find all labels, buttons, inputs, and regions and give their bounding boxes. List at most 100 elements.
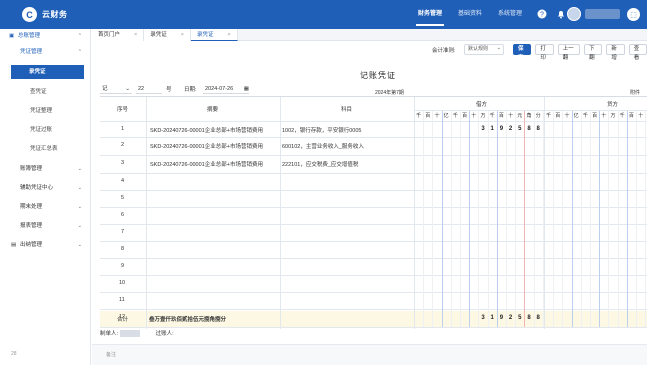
credit-digit-divider	[571, 111, 573, 327]
col-debit: 借方	[476, 102, 488, 108]
sidebar-item-voucher-summary[interactable]: 凭证汇总表	[0, 142, 91, 156]
sidebar-item-cashier[interactable]: ▤ 出纳管理 ⌄	[0, 238, 91, 252]
window-icon[interactable]: ⬚	[627, 8, 640, 21]
col-summary: 摘要	[207, 107, 219, 113]
credit-digit-unit: 百	[628, 113, 634, 119]
sidebar-item-period-end[interactable]: 期末处理 ⌄	[0, 200, 91, 214]
debit-digit-divider	[533, 111, 535, 327]
total-debit-amount-digit: 1	[490, 315, 494, 321]
debit-digit-divider	[423, 111, 425, 327]
voucher-number-input[interactable]: 22	[136, 84, 162, 94]
total-debit-amount-digit: 8	[527, 315, 531, 321]
chevron-down-icon: ⌄	[77, 223, 82, 229]
credit-digit-unit: 十	[601, 113, 607, 119]
sidebar-item-post-voucher[interactable]: 凭证过账	[0, 123, 91, 137]
row-index: 6	[121, 212, 125, 218]
chevron-up-icon: ⌃	[77, 49, 82, 55]
svg-text:?: ?	[540, 11, 544, 18]
nav-basic-data[interactable]: 基础资料	[450, 0, 490, 29]
chevron-up-icon: ⌃	[77, 33, 82, 39]
row1-debit-amount-digit: 8	[527, 126, 531, 132]
row1-debit-amount-digit: 3	[481, 126, 485, 132]
toolbar: 会计准则: 默认规则 保存 打印 上一翻 下翻 新增 查看	[92, 42, 647, 61]
sidebar-item-books[interactable]: 账簿管理 ⌄	[0, 162, 91, 176]
debit-digit-divider	[450, 111, 452, 327]
row-account[interactable]: 1002，银行存款，平安银行0005	[282, 126, 361, 134]
voucher-word-select[interactable]: 记 ⌄	[100, 84, 132, 94]
voucher-title: 记账凭证	[360, 71, 396, 80]
sidebar: ▣ 总账管理 ⌃ 凭证管理 ⌃ 录凭证 查凭证 凭证整理 凭证过账 凭证汇总表 …	[0, 29, 91, 365]
sidebar-item-voucher-mgmt[interactable]: 凭证管理 ⌃	[0, 45, 91, 59]
next-button[interactable]: 下翻	[584, 44, 603, 61]
voucher-period: 2024年第7期	[375, 90, 404, 96]
credit-digit-divider	[599, 111, 601, 327]
row-account[interactable]: 222101，应交税费_应交增值税	[282, 160, 358, 168]
remark-area[interactable]: 备注	[92, 344, 647, 365]
help-icon[interactable]: ?	[536, 8, 547, 19]
row-index: 7	[121, 229, 125, 235]
prev-button[interactable]: 上一翻	[557, 44, 581, 61]
sidebar-item-enter-voucher[interactable]: 录凭证	[11, 65, 84, 79]
tab-home[interactable]: 首页门户 ×	[92, 29, 145, 41]
nav-system[interactable]: 系统管理	[490, 0, 530, 29]
brand[interactable]: C 云财务	[22, 7, 68, 22]
debit-digit-unit: 亿	[443, 113, 449, 119]
standard-select[interactable]: 默认规则	[464, 44, 504, 55]
credit-digit-divider	[626, 111, 628, 327]
sidebar-item-reports[interactable]: 报表管理 ⌄	[0, 219, 91, 233]
tab-enter-voucher-active[interactable]: 录凭证 ×	[190, 29, 238, 41]
debit-digit-divider	[506, 111, 507, 327]
debit-digit-divider	[441, 111, 443, 327]
bell-icon[interactable]	[555, 8, 566, 19]
debit-digit-unit: 百	[498, 113, 504, 119]
credit-digit-divider	[636, 111, 637, 327]
close-icon[interactable]: ×	[181, 29, 184, 41]
top-icons: ?	[536, 8, 566, 19]
date-input[interactable]: 2024-07-26 ▦	[203, 84, 249, 94]
total-debit-amount-digit: 9	[499, 315, 504, 321]
debit-digit-divider	[469, 111, 471, 327]
close-icon[interactable]: ×	[134, 29, 137, 41]
row-summary[interactable]: SKD-20240726-00001企业总部+市场营销费用	[150, 126, 263, 134]
row-summary[interactable]: SKD-20240726-00001企业总部+市场营销费用	[150, 142, 263, 150]
chevron-down-icon: ⌄	[77, 242, 82, 248]
debit-digit-unit: 十	[508, 113, 514, 119]
avatar[interactable]	[567, 7, 581, 21]
row-account[interactable]: 600102，主营业务收入_服务收入	[282, 142, 364, 150]
close-icon[interactable]: ×	[227, 29, 230, 40]
nav-finance[interactable]: 财务管理	[410, 0, 450, 29]
view-button[interactable]: 查看	[628, 44, 647, 61]
row-index: 9	[121, 263, 125, 269]
sidebar-item-query-voucher[interactable]: 查凭证	[0, 85, 91, 99]
credit-digit-unit: 千	[546, 113, 552, 119]
debit-digit-divider	[432, 111, 434, 327]
credit-digit-unit: 万	[610, 113, 616, 119]
sidebar-item-aux-voucher[interactable]: 辅助凭证中心 ⌄	[0, 181, 91, 195]
sidebar-item-organize-voucher[interactable]: 凭证整理	[0, 104, 91, 118]
cashier-icon: ▤	[11, 242, 17, 248]
print-button[interactable]: 打印	[535, 44, 554, 61]
debit-digit-divider	[524, 111, 526, 327]
row1-debit-amount-digit: 1	[490, 126, 494, 132]
top-bar: C 云财务 财务管理 基础资料 系统管理 ? ⬚	[0, 0, 647, 29]
chevron-down-icon: ⌄	[125, 86, 130, 92]
row-index: 10	[119, 280, 126, 286]
credit-digit-unit: 百	[592, 113, 598, 119]
tab-enter-voucher[interactable]: 录凭证 ×	[144, 29, 191, 41]
credit-digit-divider	[608, 111, 610, 327]
row1-debit-amount-digit: 8	[536, 126, 540, 132]
tab-bar: 首页门户 × 录凭证 × 录凭证 ×	[92, 29, 647, 41]
sidebar-item-ledger[interactable]: ▣ 总账管理 ⌃	[0, 29, 91, 43]
row-index: 8	[121, 246, 125, 252]
debit-digit-unit: 千	[416, 113, 422, 119]
save-button[interactable]: 保存	[513, 44, 532, 61]
row-index: 4	[121, 178, 125, 184]
col-account: 科目	[341, 107, 353, 113]
number-unit: 号	[166, 87, 172, 93]
debit-digit-unit: 元	[517, 113, 523, 119]
row-summary[interactable]: SKD-20240726-00001企业总部+市场营销费用	[150, 160, 263, 168]
new-button[interactable]: 新增	[606, 44, 625, 61]
voucher-footer: 制单人: 过账人:	[100, 329, 174, 338]
attachment-label: 附件	[630, 90, 641, 96]
top-nav: 财务管理 基础资料 系统管理	[410, 0, 530, 29]
